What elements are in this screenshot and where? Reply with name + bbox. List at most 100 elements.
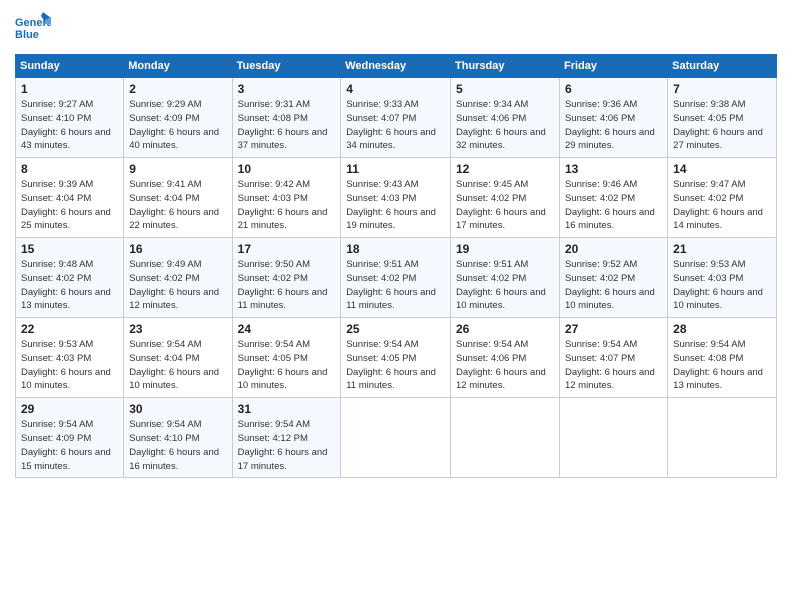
calendar-day-21: 21 Sunrise: 9:53 AMSunset: 4:03 PMDayligh…: [668, 238, 777, 318]
day-number: 28: [673, 322, 771, 336]
weekday-header-thursday: Thursday: [451, 55, 560, 78]
weekday-header-sunday: Sunday: [16, 55, 124, 78]
calendar-day-16: 16 Sunrise: 9:49 AMSunset: 4:02 PMDayligh…: [124, 238, 232, 318]
day-number: 6: [565, 82, 662, 96]
day-info: Sunrise: 9:50 AMSunset: 4:02 PMDaylight:…: [238, 259, 328, 311]
day-info: Sunrise: 9:39 AMSunset: 4:04 PMDaylight:…: [21, 179, 111, 231]
calendar-day-13: 13 Sunrise: 9:46 AMSunset: 4:02 PMDayligh…: [559, 158, 667, 238]
calendar-day-9: 9 Sunrise: 9:41 AMSunset: 4:04 PMDaylight…: [124, 158, 232, 238]
day-info: Sunrise: 9:45 AMSunset: 4:02 PMDaylight:…: [456, 179, 546, 231]
day-info: Sunrise: 9:54 AMSunset: 4:06 PMDaylight:…: [456, 339, 546, 391]
day-info: Sunrise: 9:54 AMSunset: 4:10 PMDaylight:…: [129, 419, 219, 471]
calendar-body: 1 Sunrise: 9:27 AMSunset: 4:10 PMDaylight…: [16, 78, 777, 478]
calendar-week-3: 15 Sunrise: 9:48 AMSunset: 4:02 PMDayligh…: [16, 238, 777, 318]
calendar-day-7: 7 Sunrise: 9:38 AMSunset: 4:05 PMDaylight…: [668, 78, 777, 158]
day-info: Sunrise: 9:49 AMSunset: 4:02 PMDaylight:…: [129, 259, 219, 311]
weekday-header-saturday: Saturday: [668, 55, 777, 78]
calendar-day-11: 11 Sunrise: 9:43 AMSunset: 4:03 PMDayligh…: [341, 158, 451, 238]
day-info: Sunrise: 9:42 AMSunset: 4:03 PMDaylight:…: [238, 179, 328, 231]
calendar-day-19: 19 Sunrise: 9:51 AMSunset: 4:02 PMDayligh…: [451, 238, 560, 318]
calendar-day-20: 20 Sunrise: 9:52 AMSunset: 4:02 PMDayligh…: [559, 238, 667, 318]
day-info: Sunrise: 9:51 AMSunset: 4:02 PMDaylight:…: [456, 259, 546, 311]
day-number: 25: [346, 322, 445, 336]
page-header: General Blue: [15, 10, 777, 46]
calendar-day-6: 6Sunrise: 9:36 AMSunset: 4:06 PMDaylight…: [559, 78, 667, 158]
calendar-day-26: 26Sunrise: 9:54 AMSunset: 4:06 PMDayligh…: [451, 318, 560, 398]
calendar-day-3: 3 Sunrise: 9:31 AMSunset: 4:08 PMDaylight…: [232, 78, 341, 158]
calendar-day-5: 5 Sunrise: 9:34 AMSunset: 4:06 PMDaylight…: [451, 78, 560, 158]
calendar-day-31: 31 Sunrise: 9:54 AMSunset: 4:12 PMDayligh…: [232, 398, 341, 478]
day-info: Sunrise: 9:27 AMSunset: 4:10 PMDaylight:…: [21, 99, 111, 151]
day-number: 30: [129, 402, 226, 416]
calendar-week-4: 22Sunrise: 9:53 AMSunset: 4:03 PMDayligh…: [16, 318, 777, 398]
logo: General Blue: [15, 10, 51, 46]
calendar-day-18: 18 Sunrise: 9:51 AMSunset: 4:02 PMDayligh…: [341, 238, 451, 318]
calendar-day-15: 15 Sunrise: 9:48 AMSunset: 4:02 PMDayligh…: [16, 238, 124, 318]
day-info: Sunrise: 9:54 AMSunset: 4:08 PMDaylight:…: [673, 339, 763, 391]
day-info: Sunrise: 9:51 AMSunset: 4:02 PMDaylight:…: [346, 259, 436, 311]
day-info: Sunrise: 9:41 AMSunset: 4:04 PMDaylight:…: [129, 179, 219, 231]
day-number: 15: [21, 242, 118, 256]
calendar-day-27: 27 Sunrise: 9:54 AMSunset: 4:07 PMDayligh…: [559, 318, 667, 398]
day-number: 31: [238, 402, 336, 416]
calendar-day-25: 25Sunrise: 9:54 AMSunset: 4:05 PMDayligh…: [341, 318, 451, 398]
day-number: 16: [129, 242, 226, 256]
logo-icon: General Blue: [15, 10, 51, 46]
day-info: Sunrise: 9:29 AMSunset: 4:09 PMDaylight:…: [129, 99, 219, 151]
day-number: 18: [346, 242, 445, 256]
day-info: Sunrise: 9:48 AMSunset: 4:02 PMDaylight:…: [21, 259, 111, 311]
calendar-empty-cell: [341, 398, 451, 478]
day-info: Sunrise: 9:54 AMSunset: 4:09 PMDaylight:…: [21, 419, 111, 471]
day-number: 3: [238, 82, 336, 96]
calendar-table: SundayMondayTuesdayWednesdayThursdayFrid…: [15, 54, 777, 478]
day-info: Sunrise: 9:43 AMSunset: 4:03 PMDaylight:…: [346, 179, 436, 231]
day-number: 7: [673, 82, 771, 96]
calendar-week-1: 1 Sunrise: 9:27 AMSunset: 4:10 PMDaylight…: [16, 78, 777, 158]
day-number: 19: [456, 242, 554, 256]
calendar-day-12: 12 Sunrise: 9:45 AMSunset: 4:02 PMDayligh…: [451, 158, 560, 238]
day-info: Sunrise: 9:54 AMSunset: 4:12 PMDaylight:…: [238, 419, 328, 471]
weekday-header-wednesday: Wednesday: [341, 55, 451, 78]
calendar-day-10: 10 Sunrise: 9:42 AMSunset: 4:03 PMDayligh…: [232, 158, 341, 238]
day-number: 21: [673, 242, 771, 256]
weekday-header-monday: Monday: [124, 55, 232, 78]
day-number: 23: [129, 322, 226, 336]
day-number: 10: [238, 162, 336, 176]
day-number: 29: [21, 402, 118, 416]
calendar-day-30: 30 Sunrise: 9:54 AMSunset: 4:10 PMDayligh…: [124, 398, 232, 478]
day-number: 17: [238, 242, 336, 256]
day-info: Sunrise: 9:54 AMSunset: 4:04 PMDaylight:…: [129, 339, 219, 391]
day-number: 13: [565, 162, 662, 176]
calendar-page: General Blue SundayMondayTuesdayWednesda…: [0, 0, 792, 612]
day-info: Sunrise: 9:46 AMSunset: 4:02 PMDaylight:…: [565, 179, 655, 231]
day-info: Sunrise: 9:53 AMSunset: 4:03 PMDaylight:…: [21, 339, 111, 391]
calendar-empty-cell: [451, 398, 560, 478]
weekday-header-tuesday: Tuesday: [232, 55, 341, 78]
calendar-day-2: 2Sunrise: 9:29 AMSunset: 4:09 PMDaylight…: [124, 78, 232, 158]
day-number: 9: [129, 162, 226, 176]
day-info: Sunrise: 9:52 AMSunset: 4:02 PMDaylight:…: [565, 259, 655, 311]
day-info: Sunrise: 9:53 AMSunset: 4:03 PMDaylight:…: [673, 259, 763, 311]
svg-text:Blue: Blue: [15, 29, 39, 41]
calendar-day-8: 8 Sunrise: 9:39 AMSunset: 4:04 PMDaylight…: [16, 158, 124, 238]
day-info: Sunrise: 9:54 AMSunset: 4:07 PMDaylight:…: [565, 339, 655, 391]
calendar-day-23: 23 Sunrise: 9:54 AMSunset: 4:04 PMDayligh…: [124, 318, 232, 398]
day-number: 11: [346, 162, 445, 176]
calendar-day-14: 14Sunrise: 9:47 AMSunset: 4:02 PMDayligh…: [668, 158, 777, 238]
day-info: Sunrise: 9:38 AMSunset: 4:05 PMDaylight:…: [673, 99, 763, 151]
day-info: Sunrise: 9:34 AMSunset: 4:06 PMDaylight:…: [456, 99, 546, 151]
calendar-day-4: 4Sunrise: 9:33 AMSunset: 4:07 PMDaylight…: [341, 78, 451, 158]
day-number: 12: [456, 162, 554, 176]
day-number: 5: [456, 82, 554, 96]
calendar-header-row: SundayMondayTuesdayWednesdayThursdayFrid…: [16, 55, 777, 78]
calendar-empty-cell: [668, 398, 777, 478]
day-number: 1: [21, 82, 118, 96]
day-info: Sunrise: 9:31 AMSunset: 4:08 PMDaylight:…: [238, 99, 328, 151]
day-number: 20: [565, 242, 662, 256]
calendar-day-28: 28 Sunrise: 9:54 AMSunset: 4:08 PMDayligh…: [668, 318, 777, 398]
calendar-week-5: 29 Sunrise: 9:54 AMSunset: 4:09 PMDayligh…: [16, 398, 777, 478]
day-info: Sunrise: 9:47 AMSunset: 4:02 PMDaylight:…: [673, 179, 763, 231]
day-number: 8: [21, 162, 118, 176]
day-info: Sunrise: 9:54 AMSunset: 4:05 PMDaylight:…: [238, 339, 328, 391]
day-number: 27: [565, 322, 662, 336]
